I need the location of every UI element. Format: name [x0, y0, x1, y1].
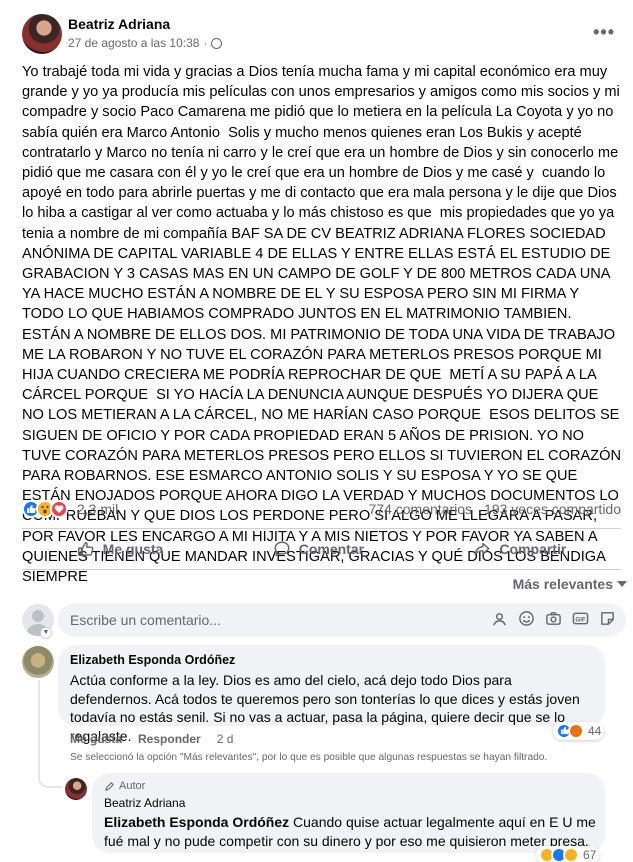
author-badge-label: Autor	[119, 780, 146, 792]
meta-separator: ·	[203, 36, 208, 50]
divider	[22, 528, 621, 529]
reaction-count[interactable]: 2,3 mil	[77, 501, 118, 517]
thumbs-up-icon	[77, 541, 94, 557]
thread-connector	[38, 770, 62, 788]
like-label: Me gusta	[102, 541, 164, 557]
share-button[interactable]: Compartir	[473, 540, 566, 558]
comment-reactions[interactable]: 44	[553, 722, 605, 740]
svg-text:GIF: GIF	[575, 616, 585, 623]
comment-input-placeholder: Escribe un comentario...	[70, 612, 221, 628]
author-avatar[interactable]	[22, 14, 62, 54]
avatar-sticker-icon[interactable]	[491, 610, 508, 627]
reply-author-avatar[interactable]	[65, 778, 87, 800]
post-stats: 2,3 mil 774 comentarios 193 veces compar…	[22, 500, 621, 520]
pen-icon	[105, 781, 114, 791]
post-action-bar: Me gusta Comentar Compartir	[22, 532, 621, 566]
globe-icon	[211, 37, 223, 49]
sort-label: Más relevantes	[512, 576, 613, 592]
commenter-avatar[interactable]	[22, 646, 54, 678]
thread-line	[38, 680, 40, 770]
stats-right: 774 comentarios 193 veces compartido	[369, 501, 621, 517]
comment-bubble: Elizabeth Esponda Ordóñez Actúa conforme…	[58, 645, 605, 744]
compose-toolbar: GIF	[491, 610, 616, 627]
filter-note: Se seleccionó la opción "Más relevantes"…	[70, 752, 548, 763]
like-button[interactable]: Me gusta	[77, 540, 164, 558]
reply-author-name[interactable]: Beatriz Adriana	[104, 796, 185, 810]
gif-icon[interactable]: GIF	[572, 610, 589, 627]
caret-down-icon	[617, 581, 627, 587]
sad-reaction-icon	[563, 847, 579, 862]
comment-button[interactable]: Comentar	[273, 540, 364, 558]
comment-actions: Me gusta Responder 2 d	[70, 732, 233, 746]
post-author[interactable]: Beatriz Adriana	[68, 16, 170, 32]
camera-icon[interactable]	[545, 610, 562, 627]
love-reaction-icon	[50, 500, 68, 518]
commenter-name[interactable]: Elizabeth Esponda Ordóñez	[70, 653, 235, 667]
reply-bubble: Autor Beatriz Adriana Elizabeth Esponda …	[92, 773, 605, 853]
share-label: Compartir	[499, 541, 567, 557]
comment-input[interactable]: Escribe un comentario... GIF	[58, 603, 626, 637]
share-count[interactable]: 193 veces compartido	[484, 501, 621, 517]
comment-icon	[274, 541, 290, 557]
comment-count[interactable]: 774 comentarios	[369, 501, 473, 517]
reply-reaction-count: 67	[583, 848, 597, 862]
reply-reactions[interactable]: 67	[536, 846, 600, 862]
divider	[22, 569, 621, 570]
more-options-icon[interactable]: •••	[593, 22, 615, 43]
sticker-icon[interactable]	[599, 610, 616, 627]
comment-reaction-count: 44	[588, 724, 602, 738]
comment-sort-dropdown[interactable]: Más relevantes	[513, 576, 627, 592]
emoji-icon[interactable]	[518, 610, 535, 627]
reaction-icons[interactable]	[22, 500, 68, 518]
comment-like-link[interactable]: Me gusta	[70, 732, 122, 746]
comment-time[interactable]: 2 d	[217, 732, 234, 746]
author-badge: Autor	[104, 780, 145, 792]
share-icon	[474, 542, 490, 556]
post-timestamp[interactable]: 27 de agosto a las 10:38	[68, 36, 199, 50]
comment-reply-link[interactable]: Responder	[138, 732, 201, 746]
reply-mention[interactable]: Elizabeth Esponda Ordóñez	[104, 814, 289, 830]
comment-label: Comentar	[298, 541, 365, 557]
chevron-down-icon[interactable]: ▼	[40, 627, 52, 639]
post-header: Beatriz Adriana 27 de agosto a las 10:38…	[22, 14, 621, 58]
angry-reaction-icon	[568, 723, 584, 739]
reply-text: Elizabeth Esponda Ordóñez Cuando quise a…	[104, 813, 599, 850]
post-meta: 27 de agosto a las 10:38 ·	[68, 36, 223, 50]
